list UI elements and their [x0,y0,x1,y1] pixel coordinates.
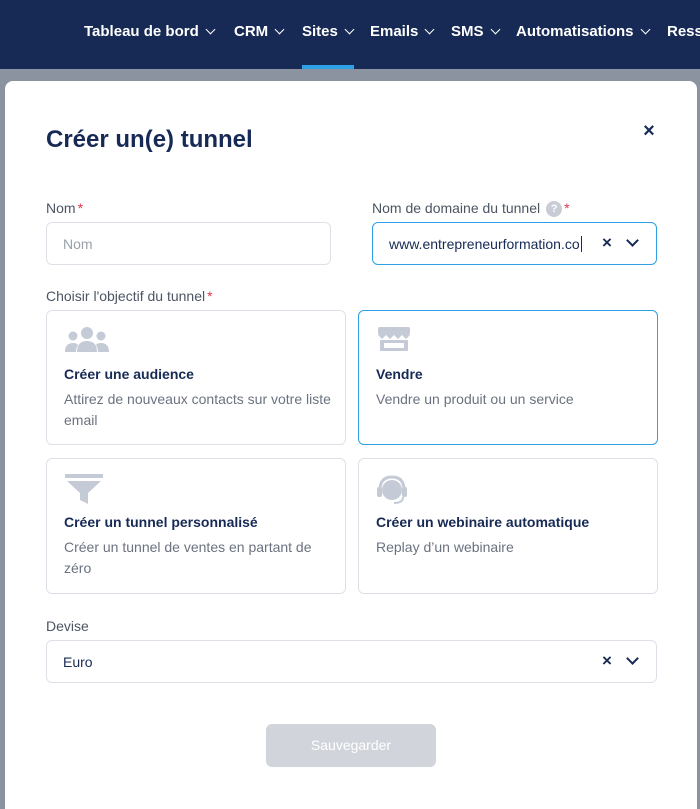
card-title: Créer une audience [64,366,194,382]
domain-select[interactable]: www.entrepreneurformation.co × [372,222,657,265]
objective-label-text: Choisir l'objectif du tunnel [46,288,206,304]
nav-item-label: Resso [667,23,700,40]
card-description: Replay d’un webinaire [376,539,514,555]
card-description: Vendre un produit ou un service [376,391,574,407]
currency-select-value: Euro [63,653,93,670]
audience-icon [64,325,110,358]
card-description: Créer un tunnel de ventes en partant de … [64,539,312,576]
top-navigation: Tableau de bord CRM Sites Emails SMS Aut… [0,0,700,69]
nav-item-label: Emails [370,23,419,40]
card-title: Vendre [376,366,423,382]
domain-label-text: Nom de domaine du tunnel [372,200,541,216]
modal-title: Créer un(e) tunnel [46,126,253,153]
clear-icon[interactable]: × [599,651,615,671]
funnel-icon [64,473,104,510]
domain-select-value: www.entrepreneurformation.co [389,235,580,252]
nav-item-label: CRM [234,23,269,40]
card-description: Attirez de nouveaux contacts sur votre l… [64,391,331,428]
objective-card-vendre[interactable]: Vendre Vendre un produit ou un service [358,310,658,445]
nav-item-crm[interactable]: CRM [234,23,285,40]
nav-item-automatisations[interactable]: Automatisations [516,23,650,40]
chevron-down-icon [490,24,500,34]
nav-item-sites[interactable]: Sites [302,23,355,40]
store-icon [376,325,412,358]
create-funnel-modal: Créer un(e) tunnel × Nom * Nom Nom de dom… [5,81,697,809]
save-button[interactable]: Sauvegarder [266,724,436,767]
required-mark: * [77,200,84,216]
currency-select[interactable]: Euro × [46,640,657,683]
chevron-down-icon[interactable] [626,652,639,665]
currency-label: Devise [46,618,89,634]
name-field-label: Nom * [46,200,83,216]
name-input-placeholder: Nom [63,235,93,252]
chevron-down-icon [424,24,435,34]
objective-card-webinar[interactable]: Créer un webinaire automatique Replay d’… [358,458,658,594]
clear-icon[interactable]: × [599,233,615,253]
nav-item-ressources[interactable]: Resso [667,23,700,40]
name-input[interactable]: Nom [46,222,331,265]
nav-item-emails[interactable]: Emails [370,23,435,40]
card-title: Créer un tunnel personnalisé [64,514,258,530]
objective-card-audience[interactable]: Créer une audience Attirez de nouveaux c… [46,310,346,445]
help-icon[interactable]: ? [546,201,563,217]
chevron-down-icon [640,24,650,34]
text-caret [580,235,582,252]
close-button[interactable]: × [639,120,659,142]
card-title: Créer un webinaire automatique [376,514,590,530]
objective-label: Choisir l'objectif du tunnel * [46,288,213,304]
required-mark: * [207,288,213,304]
chevron-down-icon [274,24,285,34]
nav-item-label: Tableau de bord [84,23,199,40]
nav-item-label: Automatisations [516,23,634,40]
nav-item-label: SMS [451,23,484,40]
chevron-down-icon [205,24,216,34]
nav-item-sms[interactable]: SMS [451,23,500,40]
headset-icon [376,473,408,510]
name-label-text: Nom [46,200,76,216]
required-mark: * [564,200,570,216]
nav-item-tableau-de-bord[interactable]: Tableau de bord [84,23,216,40]
chevron-down-icon [344,24,355,34]
nav-item-label: Sites [302,23,338,40]
domain-field-label: Nom de domaine du tunnel? * [372,200,570,217]
chevron-down-icon[interactable] [626,234,639,247]
objective-card-custom-funnel[interactable]: Créer un tunnel personnalisé Créer un tu… [46,458,346,594]
